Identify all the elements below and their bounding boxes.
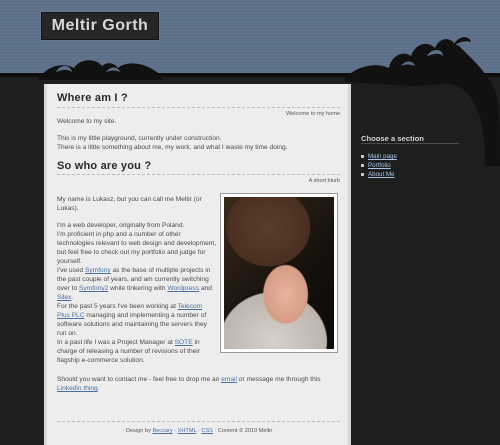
text: or message me through this (236, 376, 321, 383)
divider (57, 107, 340, 108)
bio-line: technologies relevant to web design and … (57, 240, 217, 247)
bio-line: over to Symfony2 while tinkering with Wo… (57, 285, 212, 294)
bio-line: Lukas). (57, 205, 79, 212)
section-heading-who: So who are you ? (57, 160, 152, 172)
symfony-link[interactable]: Symfony (85, 267, 111, 274)
text: in (192, 339, 200, 346)
telecom-link[interactable]: Telecom (178, 303, 203, 310)
xhtml-link[interactable]: XHTML (178, 428, 197, 434)
text: while tinkering with (108, 285, 168, 292)
linkedin-link[interactable]: Linkedin thing (57, 385, 98, 392)
css-link[interactable]: CSS (201, 428, 213, 434)
symfony2-link[interactable]: Symfony2 (79, 285, 108, 292)
bio-line: software solutions and maintaining the s… (57, 321, 207, 328)
footer: · Design by Beccary · XHTML · CSS · Cont… (47, 427, 348, 436)
bio-line: the past couple of years, and am current… (57, 276, 209, 283)
text: and (199, 285, 212, 292)
section-heading-where: Where am I ? (57, 92, 128, 104)
section-subtitle: A short blurb (308, 178, 340, 184)
bio-line: Silex. (57, 294, 73, 303)
bio-line: charge of releasing a number of revision… (57, 348, 200, 355)
main-page-link[interactable]: Main page (368, 152, 397, 161)
text: In a past life I was a Project Manager a… (57, 339, 175, 346)
email-link[interactable]: email (221, 376, 237, 383)
divider (57, 174, 340, 175)
portfolio-link[interactable]: Portfolio (368, 161, 391, 170)
bio-line: run on. (57, 330, 78, 337)
bio-line: but feel free to check out my portfolio … (57, 249, 206, 256)
right-ornament (345, 37, 500, 166)
left-ornament (38, 60, 162, 80)
sidebar-title: Choose a section (361, 134, 424, 143)
silex-link[interactable]: Silex (57, 294, 71, 301)
design-link[interactable]: Beccary (152, 428, 172, 434)
text: as the base of multiple projects in (110, 267, 211, 274)
text: I've used (57, 267, 86, 274)
sidebar-divider (361, 143, 459, 144)
text: For the past 5 years I've been working a… (57, 303, 178, 310)
profile-photo (220, 193, 338, 353)
wordpress-link[interactable]: Wordpress (167, 285, 199, 292)
telecom-plus-link[interactable]: Plus PLC (57, 312, 85, 319)
bio-line: yourself. (57, 258, 82, 265)
bullet-icon (361, 173, 364, 176)
text: Should you want to contact me - feel fre… (57, 376, 222, 383)
bullet-icon (361, 164, 364, 167)
sidebar-item-portfolio: Portfolio (361, 161, 397, 170)
bullet-icon (361, 155, 364, 158)
profile-photo-image (224, 197, 334, 349)
welcome-text: Welcome to my site. (57, 118, 117, 125)
bio-line: flagship e-commerce solution. (57, 357, 145, 364)
sidebar-item-main: Main page (361, 152, 397, 161)
sidebar-nav: Main page Portfolio About Me (361, 152, 397, 179)
intro-text: There is a little something about me, my… (57, 144, 288, 151)
contact-line: Should you want to contact me - feel fre… (57, 376, 321, 385)
text: . (71, 294, 74, 301)
text: · Design by (122, 428, 153, 434)
contact-line: Linkedin thing. (57, 385, 100, 394)
bio-line: My name is Lukasz, but you can call me M… (57, 196, 202, 203)
site-title[interactable]: Meltir Gorth (41, 12, 159, 40)
intro-text: This is my little playground, currently … (57, 135, 222, 142)
bio-line: In a past life I was a Project Manager a… (57, 339, 200, 348)
bio-line: I'm a web developer, originally from Pol… (57, 222, 185, 229)
bio-line: I've used Symfony as the base of multipl… (57, 267, 210, 276)
about-me-link[interactable]: About Me (368, 170, 394, 179)
text: managing and implementing a number of (84, 312, 207, 319)
sidebar-item-about: About Me (361, 170, 397, 179)
footer-divider (57, 421, 340, 422)
section-subtitle: Welcome to my home (286, 111, 340, 117)
sote-link[interactable]: SOTE (175, 339, 193, 346)
bio-line: Plus PLC managing and implementing a num… (57, 312, 206, 321)
text: over to (57, 285, 79, 292)
bio-line: I'm proficient in php and a number of ot… (57, 231, 181, 238)
text: · Content © 2010 Meltir (212, 428, 273, 434)
main-content: Where am I ? Welcome to my home Welcome … (44, 84, 351, 445)
bio-line: For the past 5 years I've been working a… (57, 303, 202, 312)
text: . (97, 385, 100, 392)
